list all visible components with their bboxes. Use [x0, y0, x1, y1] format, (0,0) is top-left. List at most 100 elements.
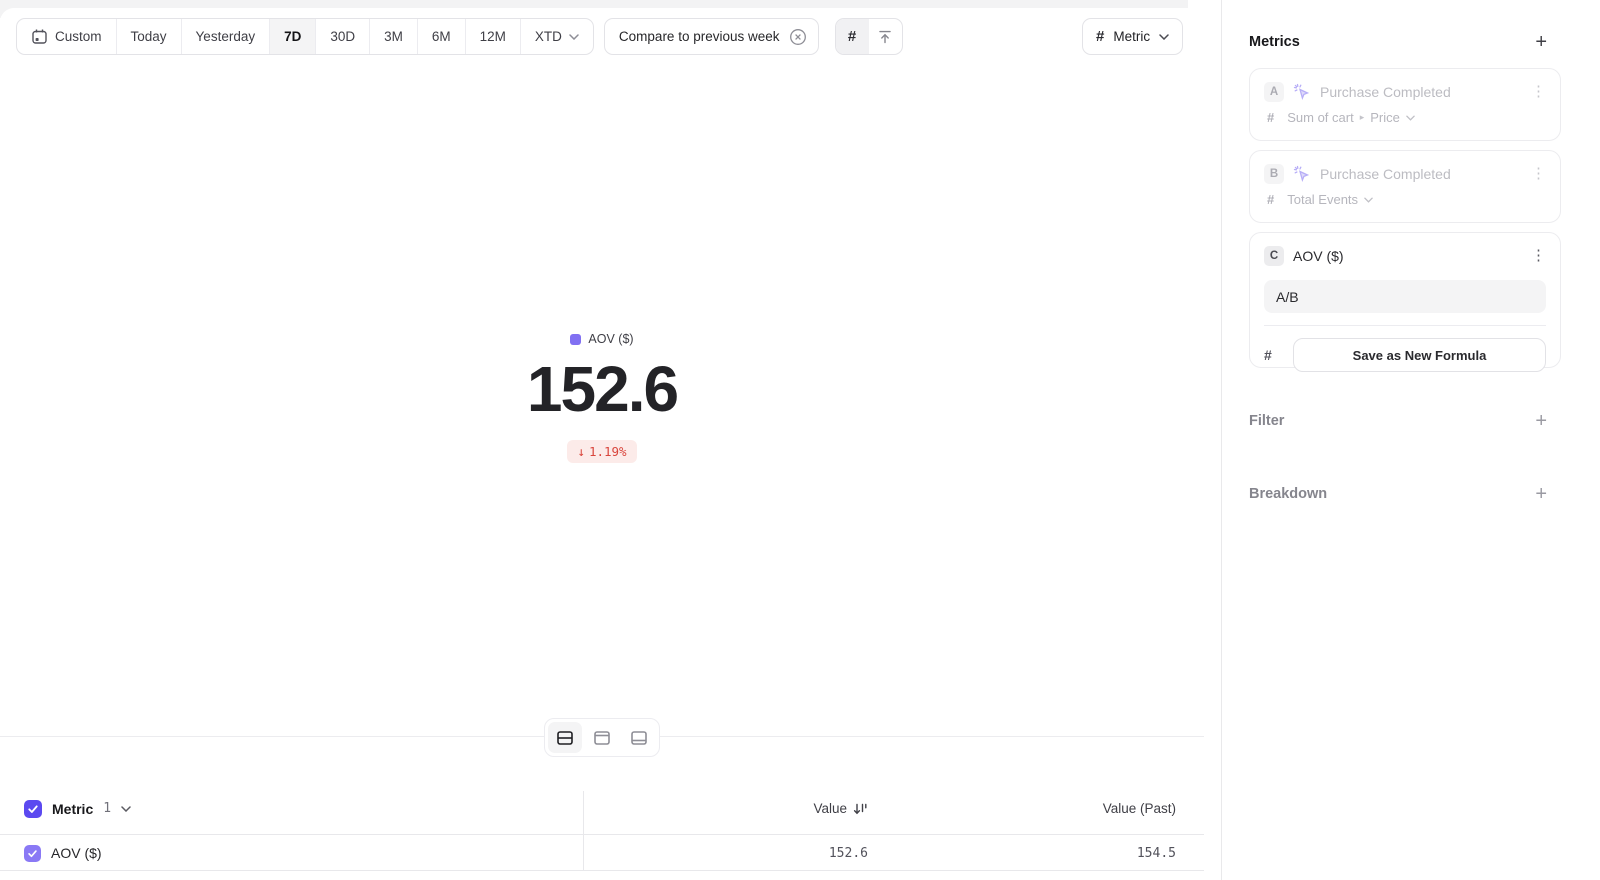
metric-badge: C [1264, 246, 1284, 266]
measurement-selector[interactable]: Sum of cart ▸ Price [1287, 110, 1415, 125]
metric-card-b[interactable]: B Purchase Completed ⋮ # Total Events [1249, 150, 1561, 223]
card-divider [1264, 325, 1546, 326]
filter-title: Filter [1249, 413, 1284, 429]
split-view-button[interactable] [548, 722, 582, 753]
value-mode-toggle: # [835, 18, 903, 55]
date-range-6m[interactable]: 6M [418, 19, 466, 54]
hash-icon: # [1267, 192, 1274, 207]
sort-descending-icon [853, 802, 868, 816]
value-column-header[interactable]: Value [813, 783, 868, 834]
kebab-menu-icon[interactable]: ⋮ [1531, 167, 1546, 181]
table-header-row: Metric 1 Value Value (Past) [0, 783, 1204, 835]
query-builder-sidebar: Metrics + A Purchase Completed ⋮ # Sum o… [1221, 0, 1600, 880]
breakdown-title: Breakdown [1249, 486, 1327, 502]
hash-icon: # [1267, 110, 1274, 125]
report-card: Custom Today Yesterday 7D 30D 3M 6M 12M … [0, 8, 1204, 880]
chevron-down-icon [569, 34, 579, 40]
table-row[interactable]: AOV ($) 152.6 154.5 [0, 836, 1204, 871]
select-all-checkbox[interactable] [24, 800, 42, 818]
date-range-12m[interactable]: 12M [466, 19, 521, 54]
layout-toggle [544, 718, 660, 757]
metric-count: 1 [103, 801, 111, 816]
value-column-label: Value [813, 801, 847, 816]
event-click-icon [1293, 83, 1311, 101]
compare-chip[interactable]: Compare to previous week [604, 18, 819, 55]
date-range-label: Yesterday [196, 29, 256, 44]
date-range-label: 12M [480, 29, 506, 44]
top-panel-layout-icon [592, 728, 612, 748]
add-breakdown-button[interactable]: + [1535, 486, 1555, 502]
date-range-30d[interactable]: 30D [316, 19, 370, 54]
row-metric-name: AOV ($) [51, 845, 102, 861]
legend-label: AOV ($) [588, 332, 633, 346]
hash-icon: # [1096, 28, 1104, 45]
date-range-today[interactable]: Today [117, 19, 182, 54]
metrics-title: Metrics [1249, 34, 1300, 50]
metric-card-title: AOV ($) [1293, 248, 1344, 264]
add-filter-button[interactable]: + [1535, 413, 1555, 429]
table-column-divider [583, 791, 584, 871]
event-click-icon [1293, 165, 1311, 183]
formula-input[interactable]: A/B [1264, 280, 1546, 313]
metric-card-a[interactable]: A Purchase Completed ⋮ # Sum of cart ▸ P… [1249, 68, 1561, 141]
down-arrow-icon: ↓ [577, 444, 585, 459]
date-range-label: Custom [55, 29, 102, 44]
date-range-label: Today [131, 29, 167, 44]
chevron-down-icon [1364, 197, 1373, 203]
date-range-label: 6M [432, 29, 451, 44]
chart-only-view-button[interactable] [585, 722, 619, 753]
metric-badge: B [1264, 164, 1284, 184]
filter-section-header: Filter + [1249, 413, 1555, 429]
date-range-xtd[interactable]: XTD [521, 19, 593, 54]
chevron-down-icon [1159, 34, 1169, 40]
date-range-yesterday[interactable]: Yesterday [182, 19, 271, 54]
add-metric-button[interactable]: + [1535, 34, 1555, 50]
measurement-selector[interactable]: Total Events [1287, 192, 1373, 207]
remove-compare-icon[interactable] [789, 28, 807, 46]
split-layout-icon [555, 728, 575, 748]
row-value: 152.6 [829, 836, 868, 870]
date-range-custom[interactable]: Custom [17, 19, 117, 54]
metrics-section-header: Metrics + [1249, 34, 1555, 50]
kebab-menu-icon[interactable]: ⋮ [1531, 249, 1546, 263]
metric-dropdown-button[interactable]: # Metric [1082, 18, 1183, 55]
measure-label: Total Events [1287, 192, 1358, 207]
kpi-value: 152.6 [0, 352, 1204, 426]
toolbar: Custom Today Yesterday 7D 30D 3M 6M 12M … [16, 18, 903, 55]
date-range-label: 7D [284, 29, 301, 44]
calendar-icon [31, 28, 48, 45]
save-formula-label: Save as New Formula [1353, 348, 1487, 363]
save-formula-button[interactable]: Save as New Formula [1293, 338, 1546, 372]
formula-text: A/B [1276, 289, 1299, 305]
hash-icon: # [848, 28, 856, 45]
main-canvas: Custom Today Yesterday 7D 30D 3M 6M 12M … [0, 0, 1221, 880]
compare-chip-label: Compare to previous week [619, 29, 780, 44]
bottom-panel-layout-icon [629, 728, 649, 748]
date-range-3m[interactable]: 3M [370, 19, 418, 54]
kebab-menu-icon[interactable]: ⋮ [1531, 85, 1546, 99]
chevron-down-icon[interactable] [121, 806, 131, 812]
metric-dropdown-label: Metric [1113, 29, 1150, 44]
chevron-down-icon [1406, 115, 1415, 121]
metric-card-c-formula[interactable]: C AOV ($) ⋮ A/B # Save as New Formula [1249, 232, 1561, 368]
date-range-label: 3M [384, 29, 403, 44]
value-past-column-header[interactable]: Value (Past) [1103, 783, 1176, 834]
hash-icon: # [1264, 347, 1278, 363]
metric-card-title: Purchase Completed [1320, 166, 1451, 182]
table-only-view-button[interactable] [622, 722, 656, 753]
number-mode-button[interactable]: # [836, 19, 869, 54]
row-value-past: 154.5 [1137, 836, 1176, 870]
delta-badge: ↓ 1.19% [567, 440, 636, 463]
breakdown-section-header: Breakdown + [1249, 486, 1555, 502]
goal-mode-button[interactable] [869, 19, 902, 54]
date-range-7d[interactable]: 7D [270, 19, 316, 54]
date-range-label: XTD [535, 29, 562, 44]
row-checkbox[interactable] [24, 845, 41, 862]
measure-label: Sum of cart [1287, 110, 1353, 125]
arrow-up-to-bar-icon [877, 29, 893, 45]
date-range-label: 30D [330, 29, 355, 44]
property-separator-icon: ▸ [1360, 112, 1365, 123]
metric-badge: A [1264, 82, 1284, 102]
legend-swatch [570, 334, 581, 345]
date-range-control: Custom Today Yesterday 7D 30D 3M 6M 12M … [16, 18, 594, 55]
